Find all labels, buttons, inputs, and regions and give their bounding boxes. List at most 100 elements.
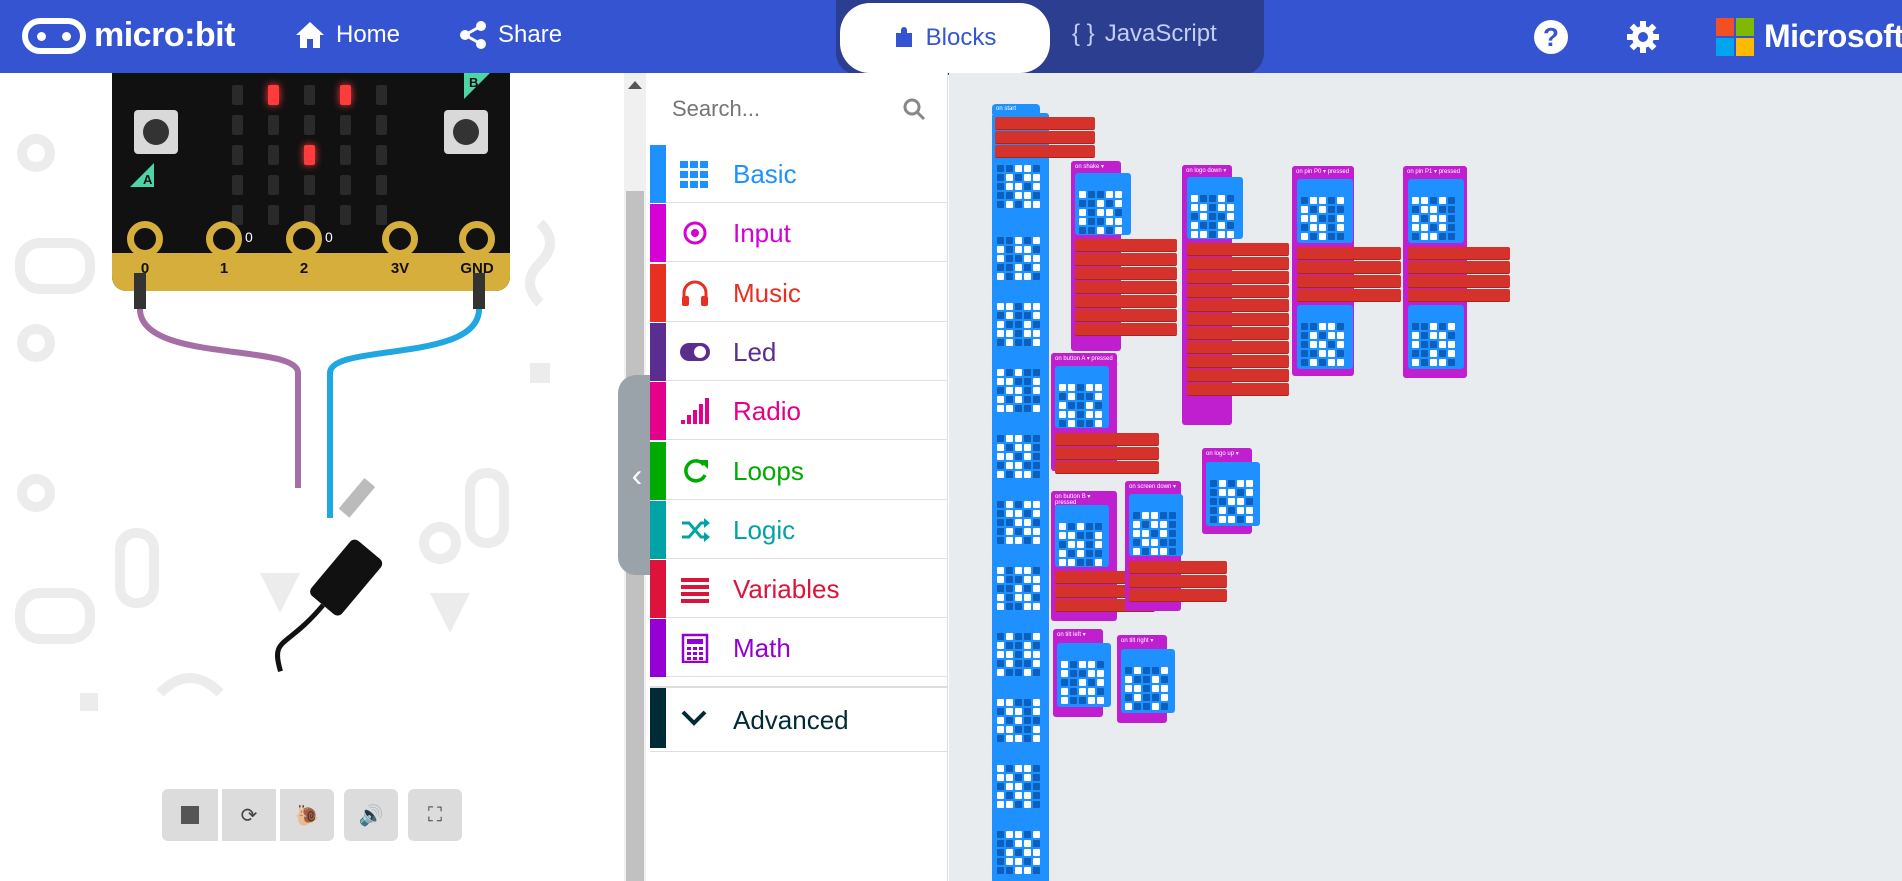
- category-color-bar: [650, 619, 666, 678]
- category-label: Math: [733, 633, 791, 664]
- slowmo-icon: 🐌: [294, 804, 320, 827]
- shuffle-icon: [680, 515, 710, 545]
- microbit-logo[interactable]: micro:bit: [22, 16, 235, 55]
- play-tone-block[interactable]: [1187, 271, 1289, 284]
- play-tone-block[interactable]: [1187, 383, 1289, 396]
- led-pattern-preview: [997, 765, 1040, 808]
- category-input[interactable]: Input: [650, 204, 948, 263]
- category-color-bar: [650, 441, 666, 500]
- play-tone-block[interactable]: [1129, 589, 1227, 602]
- search-box[interactable]: [672, 91, 926, 127]
- on-shake-hat[interactable]: on shake ▾: [1071, 161, 1121, 172]
- blocks-label: Blocks: [925, 24, 997, 51]
- gear-icon[interactable]: [1626, 20, 1660, 54]
- search-input[interactable]: [672, 96, 882, 122]
- play-tone-block[interactable]: [1075, 295, 1177, 308]
- play-tone-block[interactable]: [1075, 267, 1177, 280]
- category-loops[interactable]: Loops: [650, 441, 948, 500]
- category-basic[interactable]: Basic: [650, 145, 948, 203]
- led-pattern-preview: [1191, 195, 1234, 238]
- rest-block[interactable]: [1187, 257, 1289, 270]
- category-logic[interactable]: Logic: [650, 500, 948, 559]
- scroll-up-arrow-icon[interactable]: [628, 81, 642, 89]
- play-tone-block[interactable]: [995, 131, 1095, 144]
- microsoft-logo-icon[interactable]: [1716, 18, 1754, 56]
- category-color-bar: [650, 382, 666, 441]
- blocks-workspace[interactable]: on start on shake ▾ on logo down ▾ on pi…: [949, 73, 1902, 881]
- play-tone-block[interactable]: [1129, 561, 1227, 574]
- category-color-bar: [650, 204, 666, 263]
- play-tone-block[interactable]: [1055, 461, 1159, 474]
- play-tone-block[interactable]: [1055, 433, 1159, 446]
- play-tone-block[interactable]: [1408, 275, 1510, 288]
- play-tone-block[interactable]: [1075, 239, 1177, 252]
- restart-button[interactable]: ⟳: [222, 789, 276, 841]
- led-pattern-preview: [1412, 197, 1455, 240]
- play-tone-block[interactable]: [995, 117, 1095, 130]
- play-tone-block[interactable]: [1408, 247, 1510, 260]
- play-tone-block[interactable]: [1075, 253, 1177, 266]
- help-icon[interactable]: ?: [1534, 20, 1568, 54]
- rest-block[interactable]: [1187, 369, 1289, 382]
- category-math[interactable]: Math: [650, 619, 948, 678]
- category-label: Music: [733, 277, 801, 308]
- stop-button[interactable]: [162, 789, 218, 841]
- play-tone-block[interactable]: [1187, 299, 1289, 312]
- play-tone-block[interactable]: [1075, 323, 1177, 336]
- led-pattern-preview: [1133, 512, 1176, 555]
- play-tone-block[interactable]: [1075, 281, 1177, 294]
- on-screen-down-hat[interactable]: on screen down ▾: [1125, 481, 1181, 492]
- search-icon[interactable]: [902, 97, 926, 121]
- category-radio[interactable]: Radio: [650, 382, 948, 441]
- play-tone-block[interactable]: [1187, 355, 1289, 368]
- play-tone-block[interactable]: [1408, 261, 1510, 274]
- share-label: Share: [498, 21, 563, 48]
- category-label: Loops: [733, 455, 804, 486]
- category-variables[interactable]: Variables: [650, 560, 948, 619]
- block-toolbox: Basic Input Music Led Radio Loops Logic …: [650, 73, 948, 881]
- simulator-toolbar: ⟳ 🐌 🔊 ⛶: [162, 789, 462, 841]
- play-tone-block[interactable]: [1129, 575, 1227, 588]
- led-pattern-preview: [1059, 384, 1102, 427]
- play-tone-block[interactable]: [1408, 289, 1510, 302]
- mute-button[interactable]: 🔊: [344, 789, 398, 841]
- category-label: Radio: [733, 396, 801, 427]
- category-color-bar: [650, 560, 666, 619]
- category-led[interactable]: Led: [650, 322, 948, 381]
- play-tone-block[interactable]: [1187, 243, 1289, 256]
- play-tone-block[interactable]: [1297, 289, 1401, 302]
- on-logo-down-hat[interactable]: on logo down ▾: [1182, 165, 1232, 176]
- play-tone-block[interactable]: [1055, 447, 1159, 460]
- share-button[interactable]: Share: [458, 20, 562, 50]
- play-tone-block[interactable]: [1297, 275, 1401, 288]
- category-advanced[interactable]: Advanced: [650, 686, 948, 752]
- on-logo-up-hat[interactable]: on logo up ▾: [1202, 448, 1252, 459]
- microsoft-label[interactable]: Microsoft: [1764, 18, 1902, 55]
- on-tilt-right-hat[interactable]: on tilt right ▾: [1117, 635, 1167, 646]
- slowmo-button[interactable]: 🐌: [280, 789, 334, 841]
- toggle-icon: [680, 337, 710, 367]
- on-tilt-left-hat[interactable]: on tilt left ▾: [1053, 629, 1103, 640]
- rest-block[interactable]: [1187, 341, 1289, 354]
- led-pattern-preview: [1059, 523, 1102, 566]
- fullscreen-button[interactable]: ⛶: [408, 789, 462, 841]
- category-label: Led: [733, 336, 777, 367]
- rest-block[interactable]: [1187, 285, 1289, 298]
- led-pattern-preview: [997, 501, 1040, 544]
- led-pattern-preview: [997, 567, 1040, 610]
- on-pin-p0-hat[interactable]: on pin P0 ▾ pressed: [1292, 166, 1354, 177]
- home-button[interactable]: Home: [294, 20, 400, 50]
- play-tone-block[interactable]: [995, 145, 1095, 158]
- play-tone-block[interactable]: [1297, 261, 1401, 274]
- blocks-tab[interactable]: Blocks: [840, 3, 1050, 73]
- on-pin-p1-hat[interactable]: on pin P1 ▾ pressed: [1403, 166, 1467, 177]
- javascript-tab[interactable]: { } JavaScript: [1072, 20, 1217, 48]
- play-tone-block[interactable]: [1187, 327, 1289, 340]
- rest-block[interactable]: [1187, 313, 1289, 326]
- play-tone-block[interactable]: [1075, 309, 1177, 322]
- category-music[interactable]: Music: [650, 263, 948, 322]
- play-tone-block[interactable]: [1297, 247, 1401, 260]
- stop-icon: [181, 806, 199, 824]
- on-button-a-hat[interactable]: on button A ▾ pressed: [1051, 353, 1117, 364]
- category-color-bar: [650, 322, 666, 381]
